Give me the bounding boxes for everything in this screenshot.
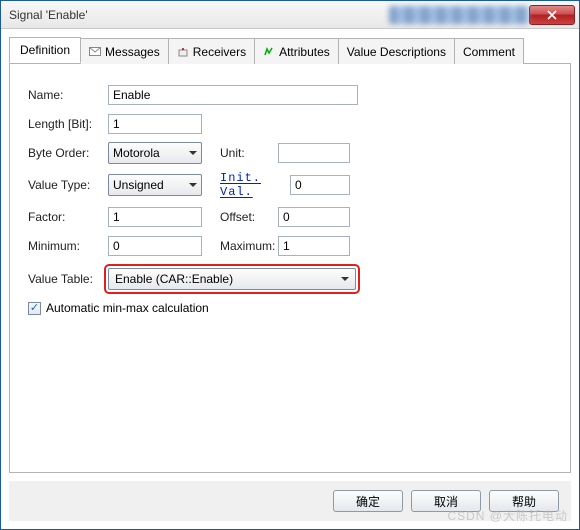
offset-input[interactable] <box>278 207 350 227</box>
offset-label: Offset: <box>220 210 278 224</box>
help-button[interactable]: 帮助 <box>489 490 559 512</box>
tab-label: Value Descriptions <box>347 45 446 59</box>
dialog-window: Signal 'Enable' Definition Messages Rece… <box>0 0 580 530</box>
init-val-link[interactable]: Init. Val. <box>220 171 290 199</box>
tab-messages[interactable]: Messages <box>80 38 169 64</box>
valuetype-value: Unsigned <box>113 178 164 192</box>
factor-input[interactable] <box>108 207 202 227</box>
byteorder-select[interactable]: Motorola <box>108 142 202 164</box>
length-input[interactable] <box>108 114 202 134</box>
ok-button[interactable]: 确定 <box>333 490 403 512</box>
autominmax-label: Automatic min-max calculation <box>46 301 209 315</box>
tab-content: Name: Length [Bit]: Byte Order: Motorola… <box>9 64 571 473</box>
window-title: Signal 'Enable' <box>9 8 369 22</box>
valuetable-select[interactable]: Enable (CAR::Enable) <box>108 268 356 290</box>
maximum-input[interactable] <box>278 236 350 256</box>
tab-attributes[interactable]: Attributes <box>254 38 339 64</box>
name-input[interactable] <box>108 85 358 105</box>
chevron-down-icon <box>341 277 349 281</box>
button-label: 帮助 <box>512 493 536 510</box>
valuetable-value: Enable (CAR::Enable) <box>115 272 233 286</box>
autominmax-checkbox[interactable]: ✓ <box>28 302 41 315</box>
tab-definition[interactable]: Definition <box>9 37 81 63</box>
close-icon <box>547 10 557 20</box>
minimum-label: Minimum: <box>28 239 108 253</box>
button-label: 确定 <box>356 493 380 510</box>
close-button[interactable] <box>529 5 575 25</box>
length-label: Length [Bit]: <box>28 117 108 131</box>
button-label: 取消 <box>434 493 458 510</box>
factor-label: Factor: <box>28 210 108 224</box>
dialog-footer: 确定 取消 帮助 <box>9 481 571 521</box>
maximum-label: Maximum: <box>220 239 278 253</box>
tab-bar: Definition Messages Receivers Attributes… <box>9 37 571 64</box>
tab-label: Messages <box>105 45 160 59</box>
tab-comment[interactable]: Comment <box>454 38 524 64</box>
tab-label: Receivers <box>193 45 246 59</box>
titlebar-blur-area <box>389 6 529 24</box>
valuetable-label: Value Table: <box>28 272 108 286</box>
unit-input[interactable] <box>278 143 350 163</box>
tab-receivers[interactable]: Receivers <box>168 38 255 64</box>
byteorder-value: Motorola <box>113 146 160 160</box>
envelope-icon <box>89 47 101 57</box>
attributes-icon <box>263 47 275 57</box>
tab-value-descriptions[interactable]: Value Descriptions <box>338 38 455 64</box>
name-label: Name: <box>28 88 108 102</box>
unit-label: Unit: <box>220 146 278 160</box>
chevron-down-icon <box>189 183 197 187</box>
byteorder-label: Byte Order: <box>28 146 108 160</box>
tab-label: Attributes <box>279 45 330 59</box>
minimum-input[interactable] <box>108 236 202 256</box>
check-icon: ✓ <box>30 303 39 314</box>
titlebar: Signal 'Enable' <box>1 1 579 29</box>
initval-input[interactable] <box>290 175 350 195</box>
tab-label: Definition <box>20 43 70 57</box>
valuetype-select[interactable]: Unsigned <box>108 174 202 196</box>
receiver-icon <box>177 47 189 57</box>
cancel-button[interactable]: 取消 <box>411 490 481 512</box>
tab-label: Comment <box>463 45 515 59</box>
chevron-down-icon <box>189 151 197 155</box>
valuetype-label: Value Type: <box>28 178 108 192</box>
valuetable-highlight: Enable (CAR::Enable) <box>104 264 360 294</box>
